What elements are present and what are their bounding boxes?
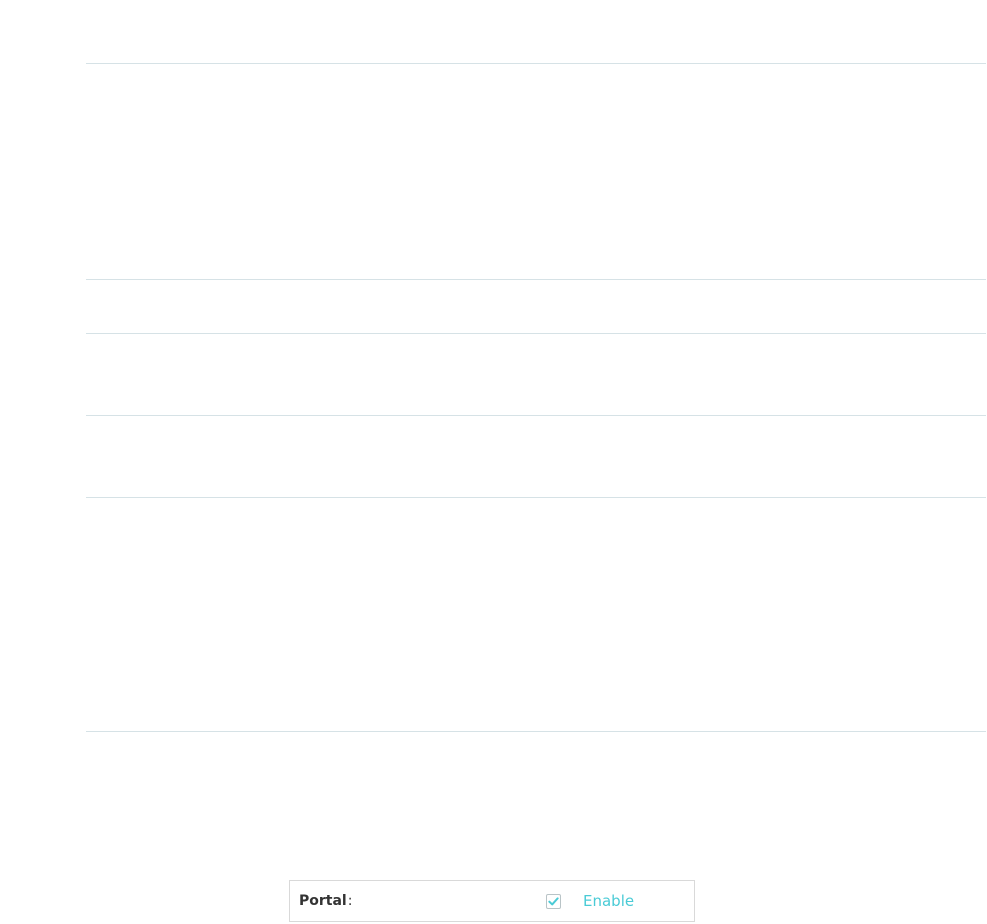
section-divider xyxy=(86,63,986,64)
portal-label-text: Portal xyxy=(299,893,347,909)
portal-enable-checkbox[interactable]: Enable xyxy=(546,892,634,910)
portal-label: Portal: xyxy=(299,893,352,909)
enable-label[interactable]: Enable xyxy=(583,892,634,910)
section-divider xyxy=(86,497,986,498)
settings-page: Portal: Enable xyxy=(0,0,987,924)
checkbox-box[interactable] xyxy=(546,893,561,909)
portal-label-colon: : xyxy=(347,893,353,909)
section-divider xyxy=(86,415,986,416)
section-divider xyxy=(86,333,986,334)
section-divider xyxy=(86,731,986,732)
section-divider xyxy=(86,279,986,280)
checkmark-icon xyxy=(548,896,559,905)
portal-setting-row: Portal: Enable xyxy=(289,880,695,922)
